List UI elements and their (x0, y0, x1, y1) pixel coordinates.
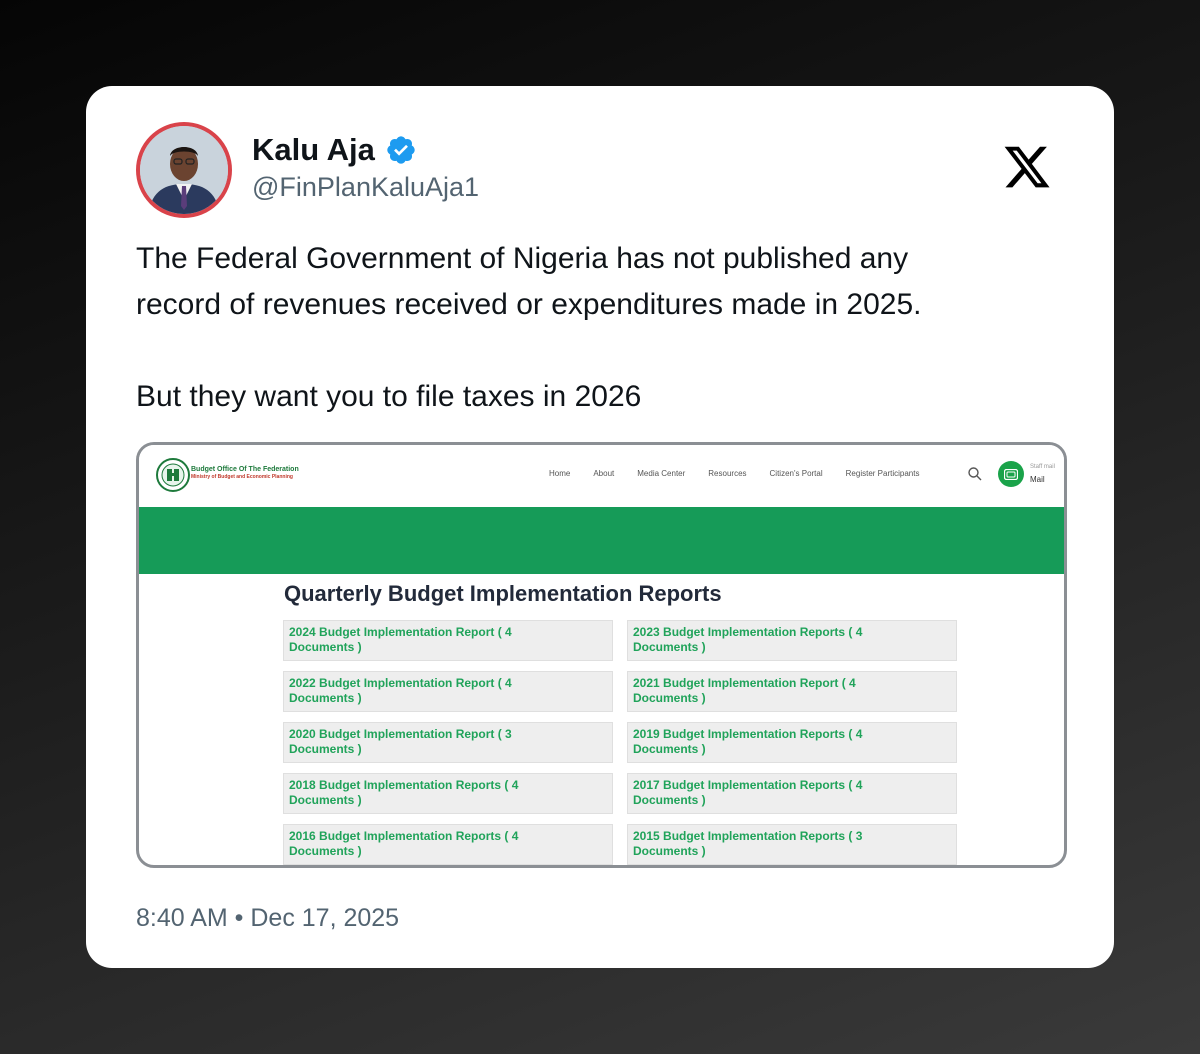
x-logo-icon[interactable] (1002, 142, 1052, 192)
avatar[interactable] (136, 122, 232, 218)
attached-image[interactable]: Budget Office Of The Federation Ministry… (136, 442, 1067, 868)
nav-about: About (593, 469, 615, 478)
report-item: 2022 Budget Implementation Report ( 4 Doc… (283, 671, 613, 712)
mail-button (998, 461, 1024, 487)
report-item: 2024 Budget Implementation Report ( 4 Doc… (283, 620, 613, 661)
report-item: 2016 Budget Implementation Reports ( 4 Do… (283, 824, 613, 865)
author-row: Kalu Aja (252, 132, 417, 168)
mail-icon (1004, 468, 1018, 480)
report-item: 2019 Budget Implementation Reports ( 4 Do… (627, 722, 957, 763)
brand-title: Budget Office Of The Federation (191, 466, 299, 473)
hero-banner (139, 507, 1064, 574)
verified-badge-icon (387, 136, 415, 164)
mail-label: Mail (1030, 475, 1045, 484)
nav-resources: Resources (708, 469, 747, 478)
section-title: Quarterly Budget Implementation Reports (284, 581, 722, 606)
budget-office-logo-icon (156, 458, 190, 492)
tweet-timestamp[interactable]: 8:40 AM • Dec 17, 2025 (136, 904, 399, 933)
author-handle[interactable]: @FinPlanKaluAja1 (252, 172, 479, 203)
brand-subtitle: Ministry of Budget and Economic Planning (191, 474, 293, 480)
report-item: 2021 Budget Implementation Report ( 4 Doc… (627, 671, 957, 712)
report-item: 2020 Budget Implementation Report ( 3 Doc… (283, 722, 613, 763)
tweet-card: Kalu Aja @FinPlanKaluAja1 The Federal Go… (86, 86, 1114, 968)
report-item: 2023 Budget Implementation Reports ( 4 Do… (627, 620, 957, 661)
author-name[interactable]: Kalu Aja (252, 132, 375, 168)
staff-mail-label: Staff mail (1030, 464, 1055, 470)
site-header: Budget Office Of The Federation Ministry… (139, 445, 1064, 507)
nav-media-center: Media Center (637, 469, 686, 478)
report-item: 2017 Budget Implementation Reports ( 4 Do… (627, 773, 957, 814)
search-icon (968, 467, 982, 481)
tweet-text: The Federal Government of Nigeria has no… (136, 236, 1056, 420)
site-brand: Budget Office Of The Federation Ministry… (191, 466, 299, 480)
tweet-text-line: record of revenues received or expenditu… (136, 288, 922, 321)
nav-citizens-portal: Citizen's Portal (769, 469, 823, 478)
avatar-portrait-icon (140, 126, 228, 214)
tweet-text-line: The Federal Government of Nigeria has no… (136, 242, 909, 275)
tweet-text-line: But they want you to file taxes in 2026 (136, 380, 642, 413)
report-item: 2018 Budget Implementation Reports ( 4 Do… (283, 773, 613, 814)
nav-register-participants: Register Participants (845, 469, 920, 478)
nav-home: Home (549, 469, 571, 478)
report-item: 2015 Budget Implementation Reports ( 3 Do… (627, 824, 957, 865)
site-nav: Home About Media Center Resources Citize… (549, 469, 942, 478)
